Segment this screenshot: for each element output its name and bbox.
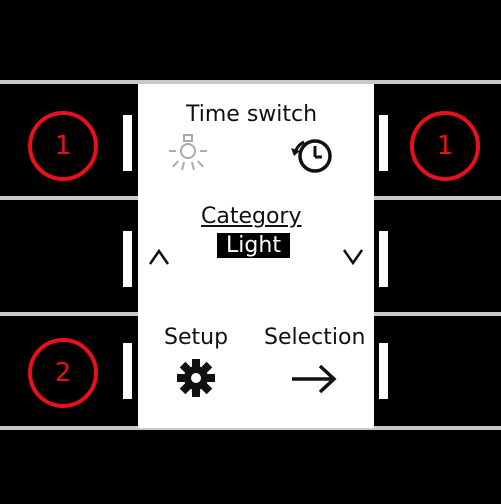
- marker-top-left-number: 1: [54, 131, 72, 161]
- arrow-right-icon[interactable]: [290, 363, 338, 395]
- marker-top-left: 1: [28, 111, 98, 181]
- marker-top-right: 1: [410, 111, 480, 181]
- chevron-up-icon[interactable]: [148, 249, 170, 265]
- left-button-bar-top[interactable]: [123, 115, 132, 171]
- marker-bottom-left-number: 2: [54, 358, 72, 388]
- marker-bottom-left: 2: [28, 338, 98, 408]
- screen-title: Time switch: [186, 102, 318, 127]
- right-button-bar-middle[interactable]: [379, 231, 388, 287]
- right-button-bar-top[interactable]: [379, 115, 388, 171]
- left-button-bar-middle[interactable]: [123, 231, 132, 287]
- timer-clock-icon[interactable]: [290, 136, 336, 178]
- setup-label: Setup: [164, 325, 229, 350]
- chevron-down-icon[interactable]: [342, 249, 364, 265]
- category-value[interactable]: Light: [217, 233, 290, 258]
- category-label: Category: [201, 204, 302, 229]
- light-bulb-icon[interactable]: [168, 134, 208, 172]
- marker-top-right-number: 1: [436, 131, 454, 161]
- right-button-bar-bottom[interactable]: [379, 343, 388, 399]
- selection-label: Selection: [264, 325, 366, 350]
- left-button-bar-bottom[interactable]: [123, 343, 132, 399]
- gear-icon[interactable]: [176, 358, 216, 398]
